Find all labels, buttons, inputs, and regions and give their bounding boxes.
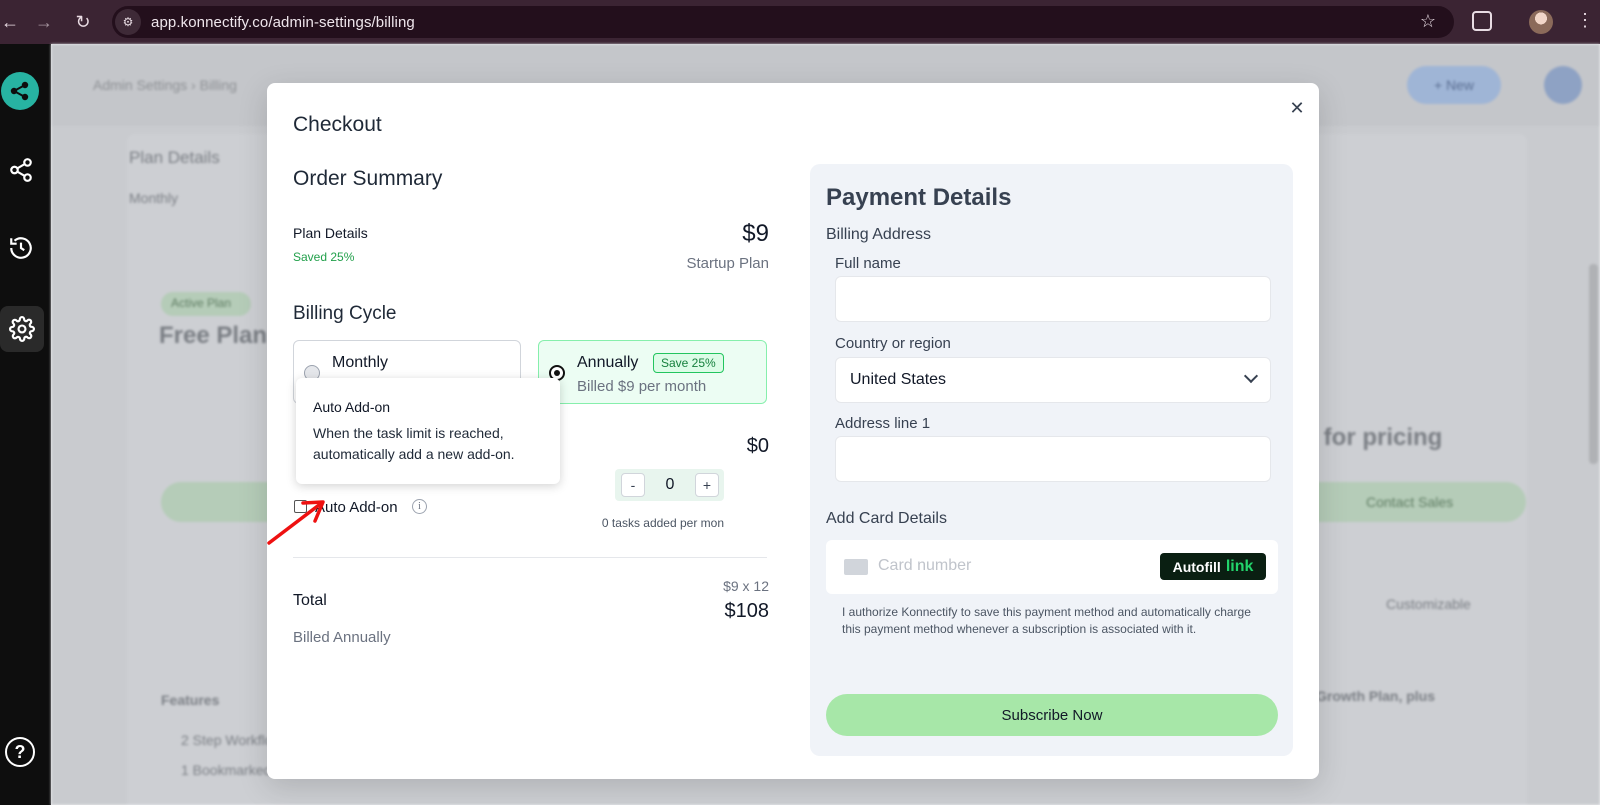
plan-details-label: Plan Details (293, 225, 368, 241)
plan-name: Startup Plan (686, 255, 769, 272)
plan-price: $9 (742, 220, 769, 247)
bg-user-avatar (1544, 66, 1582, 104)
order-summary-title: Order Summary (293, 167, 443, 190)
bg-plan-details: Plan Details (129, 148, 220, 167)
extensions-icon[interactable] (1472, 11, 1492, 31)
add-card-details-title: Add Card Details (826, 510, 947, 527)
decrement-button[interactable]: - (621, 473, 645, 497)
addon-price: $0 (746, 435, 769, 457)
annually-subtext: Billed $9 per month (577, 378, 707, 395)
bg-feature-2: 1 Bookmarked (181, 762, 272, 778)
chevron-down-icon (1243, 368, 1259, 384)
plan-saved-text: Saved 25% (293, 250, 355, 264)
summary-divider (293, 557, 767, 558)
close-icon[interactable]: ✕ (1287, 98, 1307, 118)
bg-customizable: Customizable (1386, 596, 1471, 612)
increment-button[interactable]: + (695, 473, 719, 497)
total-formula: $9 x 12 (723, 578, 769, 594)
payment-details-panel: Payment Details Billing Address Full nam… (810, 164, 1293, 756)
history-icon[interactable] (5, 232, 37, 264)
address-line-1-label: Address line 1 (835, 415, 931, 432)
browser-toolbar: ← → ↻ ⚙ app.konnectify.co/admin-settings… (0, 0, 1600, 44)
card-number-field[interactable]: Card number Autofill link (826, 540, 1278, 594)
forward-arrow-icon[interactable]: → (32, 10, 56, 34)
country-value: United States (850, 371, 947, 388)
full-name-label: Full name (835, 255, 901, 272)
monthly-label: Monthly (332, 354, 389, 371)
total-label: Total (293, 592, 327, 609)
annually-label: Annually (577, 354, 639, 371)
address-line-1-input[interactable] (835, 436, 1271, 482)
profile-avatar[interactable] (1529, 10, 1553, 34)
bg-new-button: + New (1407, 66, 1501, 104)
save-badge: Save 25% (653, 353, 724, 373)
bg-features: Features (161, 692, 220, 708)
autofill-label: Autofill (1172, 558, 1221, 575)
app-sidebar: ? (0, 44, 51, 805)
bookmark-star-icon[interactable]: ☆ (1420, 11, 1436, 32)
back-arrow-icon[interactable]: ← (0, 10, 22, 34)
checkout-modal: Checkout ✕ Order Summary Plan Details Sa… (267, 83, 1319, 779)
auto-addon-tooltip: Auto Add-on When the task limit is reach… (296, 378, 560, 484)
billing-cycle-title: Billing Cycle (293, 303, 397, 324)
subscribe-now-button[interactable]: Subscribe Now (826, 694, 1278, 736)
bg-free-plan: Free Plan (159, 322, 268, 349)
link-brand-text: link (1225, 557, 1254, 575)
url-text: app.konnectify.co/admin-settings/billing (151, 13, 415, 31)
reload-icon[interactable]: ↻ (71, 10, 95, 34)
info-icon[interactable]: i (412, 499, 427, 514)
bg-contact-sales: Contact Sales (1296, 482, 1526, 522)
address-bar[interactable]: ⚙ app.konnectify.co/admin-settings/billi… (112, 6, 1454, 38)
konnectify-logo[interactable] (1, 72, 39, 110)
autofill-link-button[interactable]: Autofill link (1160, 553, 1266, 580)
tooltip-title: Auto Add-on (313, 399, 391, 415)
bg-pricing-text: t for pricing (1309, 424, 1443, 451)
authorize-text: I authorize Konnectify to save this paym… (842, 605, 1251, 636)
site-settings-icon[interactable]: ⚙ (115, 9, 141, 35)
billed-annually-text: Billed Annually (293, 629, 391, 646)
tasks-added-note: 0 tasks added per mon (601, 516, 724, 530)
country-label: Country or region (835, 335, 951, 352)
bg-monthly: Monthly (129, 190, 179, 206)
share-icon[interactable] (5, 154, 37, 186)
credit-card-icon (844, 559, 868, 575)
payment-details-title: Payment Details (826, 184, 1012, 211)
full-name-input[interactable] (835, 276, 1271, 322)
modal-title: Checkout (293, 113, 382, 136)
more-menu-icon[interactable]: ⋮ (1576, 10, 1596, 31)
bg-scrollbar (1589, 264, 1598, 464)
country-select[interactable]: United States (835, 357, 1271, 403)
card-number-placeholder: Card number (878, 557, 972, 574)
bg-growth-plan: Growth Plan, plus (1316, 688, 1436, 704)
bg-breadcrumb: Admin Settings › Billing (93, 77, 237, 93)
addon-quantity-stepper: - 0 + (615, 469, 724, 501)
help-icon[interactable]: ? (5, 737, 35, 767)
billing-address-title: Billing Address (826, 226, 931, 243)
stepper-value[interactable]: 0 (655, 476, 685, 494)
bg-active-badge: Active Plan (161, 292, 251, 316)
settings-gear-icon[interactable] (0, 306, 44, 352)
tooltip-body: When the task limit is reached, automati… (313, 425, 515, 462)
billing-option-annually[interactable]: Annually Save 25% Billed $9 per month (538, 340, 767, 404)
total-amount: $108 (724, 600, 770, 622)
red-annotation-arrow-icon (267, 500, 325, 545)
